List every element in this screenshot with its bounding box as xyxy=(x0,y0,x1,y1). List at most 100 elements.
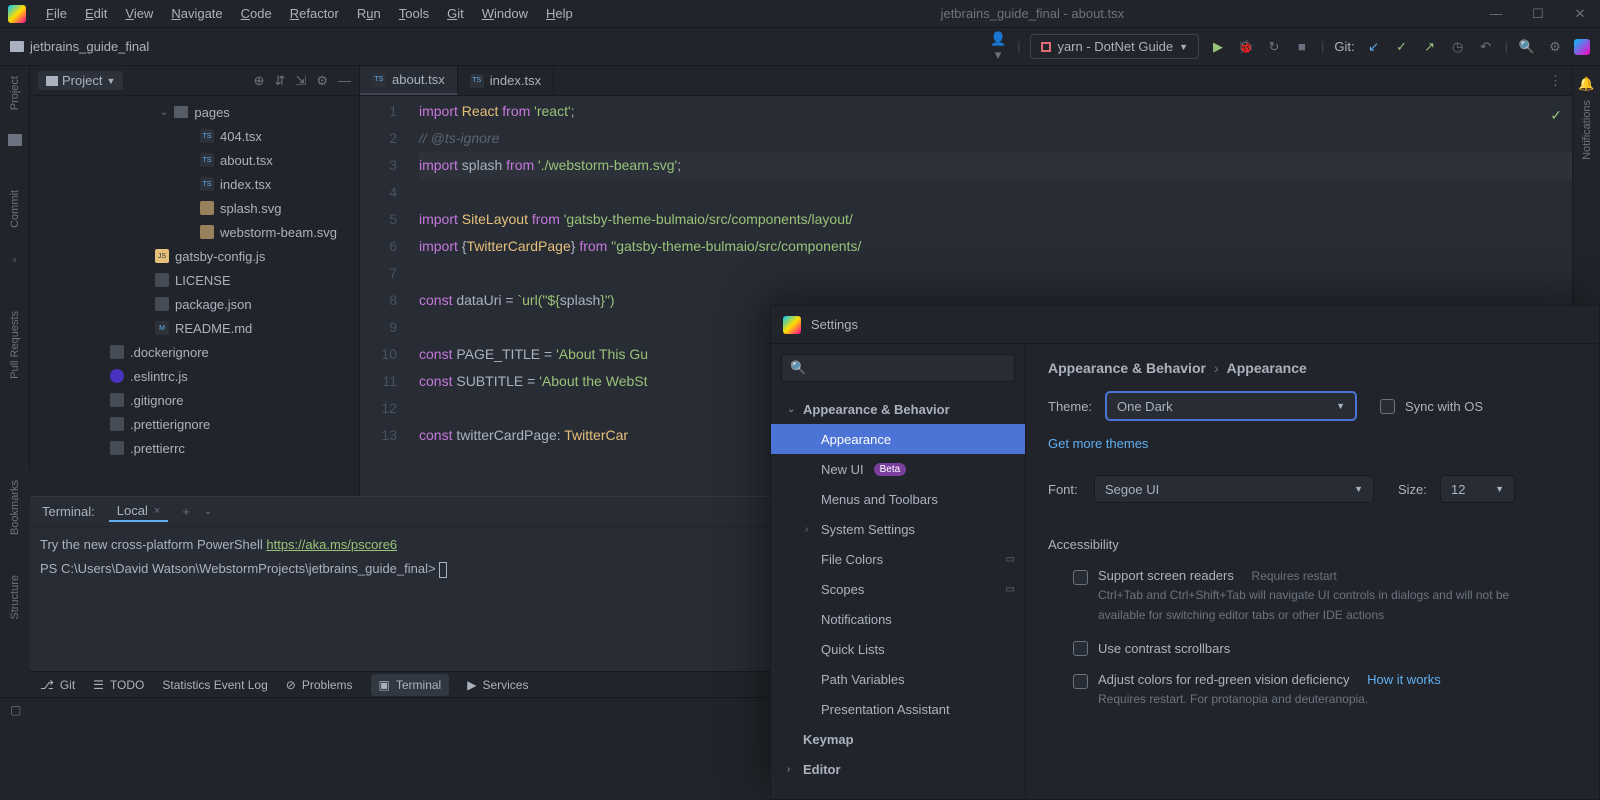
git-commit-icon[interactable]: ✓ xyxy=(1393,39,1411,55)
screen-readers-checkbox[interactable] xyxy=(1073,570,1088,585)
menu-code[interactable]: Code xyxy=(233,2,280,25)
menu-run[interactable]: Run xyxy=(349,2,389,25)
notifications-button[interactable]: Notifications xyxy=(1581,100,1593,160)
bookmarks-button[interactable]: Bookmarks xyxy=(9,480,21,535)
locate-icon[interactable]: ⊕ xyxy=(254,73,265,89)
nav-new-ui[interactable]: New UIBeta xyxy=(771,454,1025,484)
nav-keymap[interactable]: Keymap xyxy=(771,724,1025,754)
colorblind-checkbox[interactable] xyxy=(1073,674,1088,689)
tab-about[interactable]: TSabout.tsx xyxy=(360,66,458,95)
menu-view[interactable]: View xyxy=(117,2,161,25)
coverage-button[interactable]: ↻ xyxy=(1265,39,1283,55)
close-button[interactable]: ✕ xyxy=(1568,6,1592,22)
tree-file-readme[interactable]: MREADME.md xyxy=(30,316,359,340)
tree-file-splash[interactable]: splash.svg xyxy=(30,196,359,220)
stop-button[interactable]: ■ xyxy=(1293,39,1311,54)
contrast-scrollbars-checkbox[interactable] xyxy=(1073,641,1088,656)
debug-button[interactable]: 🐞 xyxy=(1237,39,1255,55)
get-more-themes-link[interactable]: Get more themes xyxy=(1048,436,1148,451)
tree-file-about[interactable]: TSabout.tsx xyxy=(30,148,359,172)
nav-presentation[interactable]: Presentation Assistant xyxy=(771,694,1025,724)
bb-problems[interactable]: ⊘ Problems xyxy=(286,678,353,692)
panel-settings-icon[interactable]: ⚙ xyxy=(316,73,328,89)
tree-file-license[interactable]: LICENSE xyxy=(30,268,359,292)
bb-terminal[interactable]: ▣ Terminal xyxy=(371,674,450,696)
menu-window[interactable]: Window xyxy=(474,2,536,25)
menu-git[interactable]: Git xyxy=(439,2,472,25)
menu-help[interactable]: Help xyxy=(538,2,581,25)
minimize-button[interactable]: — xyxy=(1484,6,1508,22)
nav-system-settings[interactable]: ›System Settings xyxy=(771,514,1025,544)
sync-os-checkbox[interactable] xyxy=(1380,399,1395,414)
nav-notifications[interactable]: Notifications xyxy=(771,604,1025,634)
user-icon[interactable]: 👤▾ xyxy=(989,31,1007,63)
nav-quick-lists[interactable]: Quick Lists xyxy=(771,634,1025,664)
tree-file-dockerignore[interactable]: .dockerignore xyxy=(30,340,359,364)
nav-appearance[interactable]: Appearance xyxy=(771,424,1025,454)
commit-toolwindow-button[interactable]: Commit xyxy=(9,190,21,228)
search-icon: 🔍 xyxy=(790,360,806,376)
font-select[interactable]: Segoe UI▼ xyxy=(1094,475,1374,503)
nav-appearance-behavior[interactable]: ⌄Appearance & Behavior xyxy=(771,394,1025,424)
inspections-ok-icon[interactable]: ✓ xyxy=(1550,102,1562,129)
commit-icon: ◦ xyxy=(12,252,17,267)
expand-all-icon[interactable]: ⇵ xyxy=(275,73,286,89)
collapse-all-icon[interactable]: ⇲ xyxy=(295,73,306,89)
git-rollback-icon[interactable]: ↶ xyxy=(1477,39,1495,55)
terminal-tab-local[interactable]: Local× xyxy=(109,501,169,522)
bb-git[interactable]: ⎇ Git xyxy=(40,678,75,692)
tsx-icon: TS xyxy=(200,153,214,167)
terminal-dropdown-icon[interactable]: ⌄ xyxy=(204,506,212,517)
run-configuration[interactable]: yarn - DotNet Guide ▼ xyxy=(1030,34,1199,59)
tree-folder-pages[interactable]: ⌄pages xyxy=(30,100,359,124)
menu-file[interactable]: File xyxy=(38,2,75,25)
tab-more-icon[interactable]: ⋮ xyxy=(1539,66,1572,95)
sb-toolwindows-icon[interactable]: ▢ xyxy=(10,703,21,717)
size-select[interactable]: 12▼ xyxy=(1440,475,1515,503)
tab-index[interactable]: TSindex.tsx xyxy=(458,66,554,95)
left-toolwindow-stripe-bottom: Bookmarks Structure xyxy=(0,470,30,670)
settings-search-field[interactable]: 🔍 xyxy=(781,354,1015,382)
structure-button[interactable]: Structure xyxy=(9,575,21,620)
bb-stats[interactable]: Statistics Event Log xyxy=(162,678,267,692)
dialog-titlebar: Settings xyxy=(771,306,1599,344)
screen-readers-row: Support screen readers Requires restart … xyxy=(1048,568,1577,625)
settings-icon[interactable]: ⚙ xyxy=(1546,39,1564,55)
git-history-icon[interactable]: ◷ xyxy=(1449,39,1467,55)
menu-tools[interactable]: Tools xyxy=(391,2,437,25)
how-it-works-link[interactable]: How it works xyxy=(1367,672,1441,687)
tree-file-404[interactable]: TS404.tsx xyxy=(30,124,359,148)
tree-file-index[interactable]: TSindex.tsx xyxy=(30,172,359,196)
search-icon[interactable]: 🔍 xyxy=(1518,39,1536,55)
tree-file-gitignore[interactable]: .gitignore xyxy=(30,388,359,412)
nav-path-variables[interactable]: Path Variables xyxy=(771,664,1025,694)
menu-navigate[interactable]: Navigate xyxy=(163,2,230,25)
nav-menus-toolbars[interactable]: Menus and Toolbars xyxy=(771,484,1025,514)
tree-file-eslintrc[interactable]: .eslintrc.js xyxy=(30,364,359,388)
tree-file-prettierrc[interactable]: .prettierrc xyxy=(30,436,359,460)
bb-todo[interactable]: ☰ TODO xyxy=(93,678,144,692)
menu-refactor[interactable]: Refactor xyxy=(282,2,347,25)
nav-editor[interactable]: ›Editor xyxy=(771,754,1025,784)
project-toolwindow-button[interactable]: Project xyxy=(9,76,21,110)
bb-services[interactable]: ▶ Services xyxy=(467,678,528,692)
tree-file-package[interactable]: package.json xyxy=(30,292,359,316)
run-button[interactable]: ▶ xyxy=(1209,39,1227,55)
ai-icon[interactable] xyxy=(1574,39,1590,55)
tree-file-prettierignore[interactable]: .prettierignore xyxy=(30,412,359,436)
nav-file-colors[interactable]: File Colors▭ xyxy=(771,544,1025,574)
nav-scopes[interactable]: Scopes▭ xyxy=(771,574,1025,604)
menu-edit[interactable]: Edit xyxy=(77,2,115,25)
hide-panel-icon[interactable]: — xyxy=(338,73,351,89)
tree-file-webstorm-beam[interactable]: webstorm-beam.svg xyxy=(30,220,359,244)
tree-file-gatsby-config[interactable]: JSgatsby-config.js xyxy=(30,244,359,268)
add-terminal-button[interactable]: + xyxy=(182,504,190,519)
maximize-button[interactable]: ☐ xyxy=(1526,6,1550,22)
git-push-icon[interactable]: ↗ xyxy=(1421,39,1439,55)
project-view-selector[interactable]: Project ▼ xyxy=(38,71,123,90)
pull-requests-button[interactable]: Pull Requests xyxy=(9,311,21,379)
git-update-icon[interactable]: ↙ xyxy=(1365,39,1383,55)
project-breadcrumb[interactable]: jetbrains_guide_final xyxy=(10,39,149,54)
bell-icon[interactable]: 🔔 xyxy=(1578,76,1594,92)
theme-select[interactable]: One Dark▼ xyxy=(1106,392,1356,420)
